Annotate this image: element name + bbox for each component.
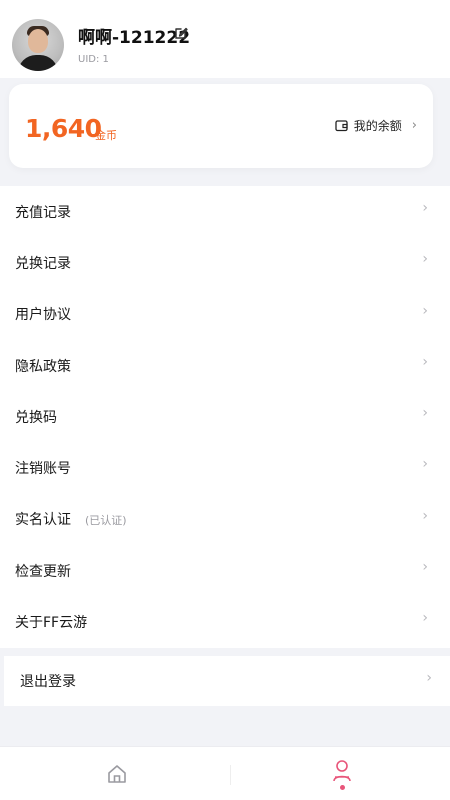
chevron-right-icon: › [422,559,428,576]
logout-button[interactable]: 退出登录 › [4,656,450,706]
chevron-right-icon: › [422,610,428,627]
chevron-right-icon: › [426,670,432,686]
chevron-right-icon: › [422,405,428,422]
chevron-right-icon: › [422,353,428,370]
user-icon [333,760,351,782]
chevron-right-icon: › [422,507,428,524]
settings-menu: 充值记录 › 兑换记录 › 用户协议 › 隐私政策 › 兑换码 › 注销账号 ›… [0,186,450,648]
menu-item-label: 检查更新 [15,563,71,580]
menu-item-label: 实名认证 (已认证) [15,509,127,529]
menu-item-exchange-records[interactable]: 兑换记录 › [0,237,450,288]
identity-verification-label: 实名认证 [15,512,71,529]
menu-item-label: 充值记录 [15,204,71,221]
menu-item-user-agreement[interactable]: 用户协议 › [0,289,450,340]
chevron-right-icon: › [422,456,428,473]
chevron-right-icon: › [422,251,428,268]
menu-item-delete-account[interactable]: 注销账号 › [0,442,450,493]
menu-item-identity-verification[interactable]: 实名认证 (已认证) › [0,494,450,545]
menu-item-label: 兑换记录 [15,255,71,272]
wallet-icon [335,120,348,132]
menu-item-label: 隐私政策 [15,358,71,375]
chevron-right-icon: › [422,200,428,216]
avatar[interactable] [12,19,64,71]
my-balance-link[interactable]: 我的余额 › [335,117,417,134]
menu-item-privacy-policy[interactable]: 隐私政策 › [0,340,450,391]
menu-item-redeem-code[interactable]: 兑换码 › [0,391,450,442]
menu-item-label: 注销账号 [15,461,71,478]
bottom-tab-bar [0,746,450,800]
edit-icon[interactable] [174,26,188,40]
menu-item-label: 关于FF云游 [15,615,88,632]
menu-item-recharge-records[interactable]: 充值记录 › [0,186,450,237]
home-icon [108,765,126,783]
menu-item-label: 用户协议 [15,307,71,324]
chevron-right-icon: › [422,302,428,319]
chevron-right-icon: › [411,118,417,133]
section-divider [0,648,450,656]
active-tab-indicator [340,785,345,790]
avatar-shirt [18,55,58,71]
balance-amount: 1,640 [25,114,102,143]
profile-page: 啊啊-121222 UID: 1 1,640 金币 我的余额 › 充值记录 › … [0,0,450,800]
tab-home[interactable] [0,747,225,800]
my-balance-label: 我的余额 [353,119,402,133]
profile-header: 啊啊-121222 UID: 1 [0,0,450,78]
balance-unit: 金币 [95,129,117,142]
avatar-face [28,29,48,53]
menu-item-about[interactable]: 关于FF云游 › [0,596,450,647]
verification-status: (已认证) [85,514,127,528]
balance-card: 1,640 金币 我的余额 › [9,84,433,168]
tab-profile[interactable] [225,747,450,800]
user-id: UID: 1 [78,54,109,65]
menu-item-check-update[interactable]: 检查更新 › [0,545,450,596]
logout-label: 退出登录 [20,674,76,690]
menu-item-label: 兑换码 [15,409,57,426]
